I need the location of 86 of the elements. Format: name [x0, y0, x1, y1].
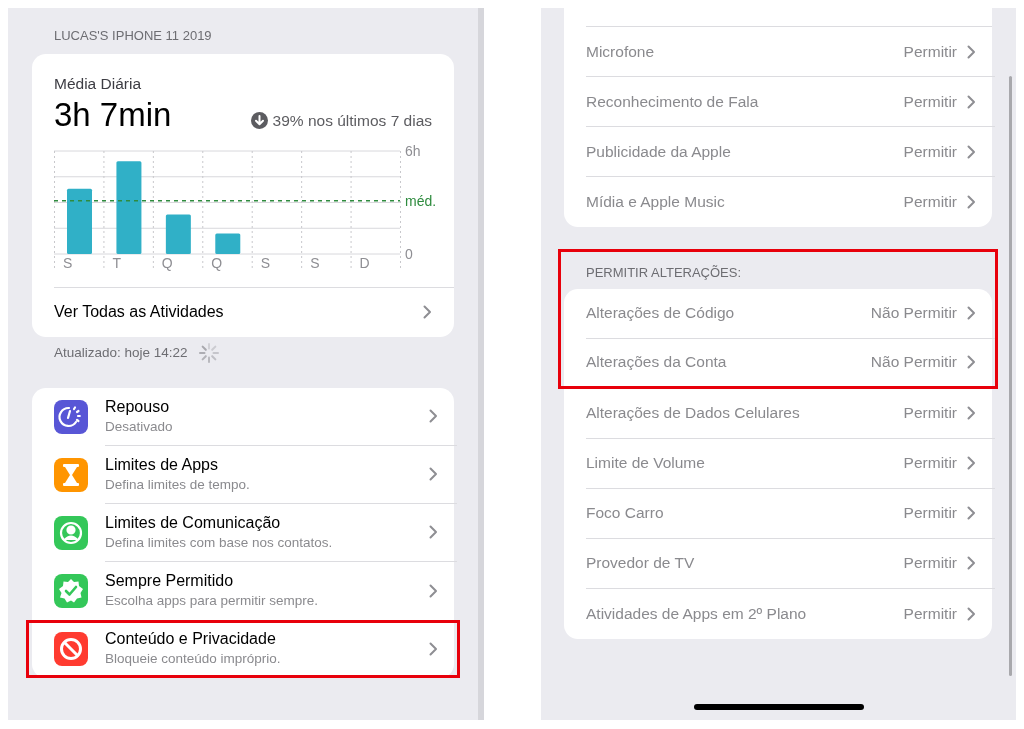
row-value: Permitir	[903, 403, 957, 424]
settings-row[interactable]: Microfone Permitir	[558, 27, 998, 77]
row-subtitle: Defina limites de tempo.	[105, 476, 251, 494]
row-value: Permitir	[903, 453, 957, 474]
average-label: méd.	[405, 192, 437, 209]
settings-row[interactable]: Mídia e Apple Music Permitir	[558, 177, 998, 227]
chevron-icon	[429, 525, 438, 540]
arrow-down-circle-icon	[250, 111, 268, 129]
settings-row[interactable]: Reconhecimento de Fala Permitir	[558, 77, 998, 127]
chevron-icon	[967, 195, 976, 209]
row-title: Limites de Comunicação	[105, 512, 282, 533]
chevron-icon	[967, 306, 976, 320]
settings-row[interactable]: Alterações da Conta Não Permitir	[558, 338, 998, 389]
settings-row[interactable]: Provedor de TV Permitir	[558, 538, 998, 589]
chevron-icon	[429, 467, 438, 482]
chart-bar	[165, 214, 191, 254]
settings-row[interactable]: Atividades de Apps em 2º Plano Permitir	[558, 588, 998, 639]
row-value: Permitir	[903, 603, 957, 624]
day-label: S	[260, 254, 271, 271]
row-value: Permitir	[903, 91, 957, 112]
settings-row[interactable]: Foco Carro Permitir	[558, 488, 998, 539]
updated-time: Atualizado: hoje 14:22	[54, 343, 188, 362]
settings-row[interactable]: Alterações de Código Não Permitir	[558, 288, 998, 339]
row-label: Mídia e Apple Music	[586, 192, 726, 213]
day-label: D	[359, 254, 370, 271]
chevron-icon	[429, 583, 438, 598]
row-value: Permitir	[903, 503, 957, 524]
settings-row[interactable]: Repouso Desativado	[26, 387, 460, 446]
row-label: Microfone	[586, 41, 656, 62]
chevron-icon	[967, 44, 976, 59]
chevron-icon	[423, 305, 432, 320]
day-label: S	[63, 254, 73, 271]
row-label: Limite de Volume	[586, 453, 706, 474]
settings-row[interactable]: Alterações de Dados Celulares Permitir	[558, 388, 998, 439]
row-label: Alterações de Código	[586, 303, 736, 324]
settings-row[interactable]: Limites de Apps Defina limites de tempo.	[26, 445, 460, 504]
settings-row[interactable]: Limite de Volume Permitir	[558, 438, 998, 489]
row-subtitle: Bloqueie conteúdo impróprio.	[105, 651, 282, 669]
row-subtitle: Desativado	[105, 418, 174, 436]
daily-average: 3h 7min	[54, 94, 172, 135]
row-value: Permitir	[903, 41, 957, 62]
row-title: Limites de Apps	[105, 454, 219, 475]
settings-row[interactable]: Publicidade da Apple Permitir	[558, 127, 998, 177]
axis-tick-label: 0	[405, 245, 413, 262]
day-label: Q	[211, 254, 223, 271]
activities-link[interactable]: Ver Todas as Atividades	[54, 286, 454, 337]
row-value: Permitir	[903, 141, 957, 162]
trend-text: 39% nos últimos 7 dias	[272, 110, 432, 131]
row-label: Alterações da Conta	[586, 352, 728, 373]
row-title: Sempre Permitido	[105, 571, 235, 592]
row-value: Não Permitir	[870, 352, 957, 373]
axis-tick-label: 6h	[405, 144, 421, 159]
chevron-icon	[967, 355, 976, 369]
day-label: S	[310, 254, 320, 271]
row-value: Permitir	[903, 192, 957, 213]
settings-row[interactable]: Sempre Permitido Escolha apps para permitir sempre.	[26, 561, 460, 620]
row-title: Conteúdo e Privacidade	[105, 629, 277, 650]
device-name: LUCAS'S IPHONE 11 2019	[54, 27, 213, 45]
chart-bar	[67, 188, 92, 254]
row-value: Não Permitir	[870, 303, 957, 324]
chart-bar	[215, 233, 241, 254]
row-value: Permitir	[903, 553, 957, 574]
row-label: Foco Carro	[586, 503, 665, 524]
chevron-icon	[967, 606, 976, 621]
chevron-icon	[967, 556, 976, 570]
chevron-icon	[967, 456, 976, 470]
chevron-icon	[429, 641, 438, 656]
settings-row[interactable]: Conteúdo e Privacidade Bloqueie conteúdo impróprio.	[26, 619, 460, 678]
day-label: Q	[161, 254, 173, 271]
row-subtitle: Escolha apps para permitir sempre.	[105, 593, 320, 611]
chevron-icon	[967, 406, 976, 420]
day-label: T	[112, 254, 121, 271]
chevron-icon	[967, 506, 976, 520]
row-label: Reconhecimento de Fala	[586, 91, 760, 112]
row-label: Alterações de Dados Celulares	[586, 403, 801, 424]
chevron-icon	[429, 409, 438, 424]
chevron-icon	[967, 94, 976, 109]
row-label: Atividades de Apps em 2º Plano	[586, 603, 808, 624]
settings-row[interactable]: Limites de Comunicação Defina limites com base nos contatos.	[26, 503, 460, 562]
chevron-icon	[967, 144, 976, 159]
summary-label: Média Diária	[54, 73, 142, 94]
row-title: Repouso	[105, 396, 171, 417]
row-label: Publicidade da Apple	[586, 141, 732, 162]
row-subtitle: Defina limites com base nos contatos.	[105, 534, 334, 552]
loading-spinner-icon	[197, 341, 220, 364]
row-label: Provedor de TV	[586, 553, 696, 574]
